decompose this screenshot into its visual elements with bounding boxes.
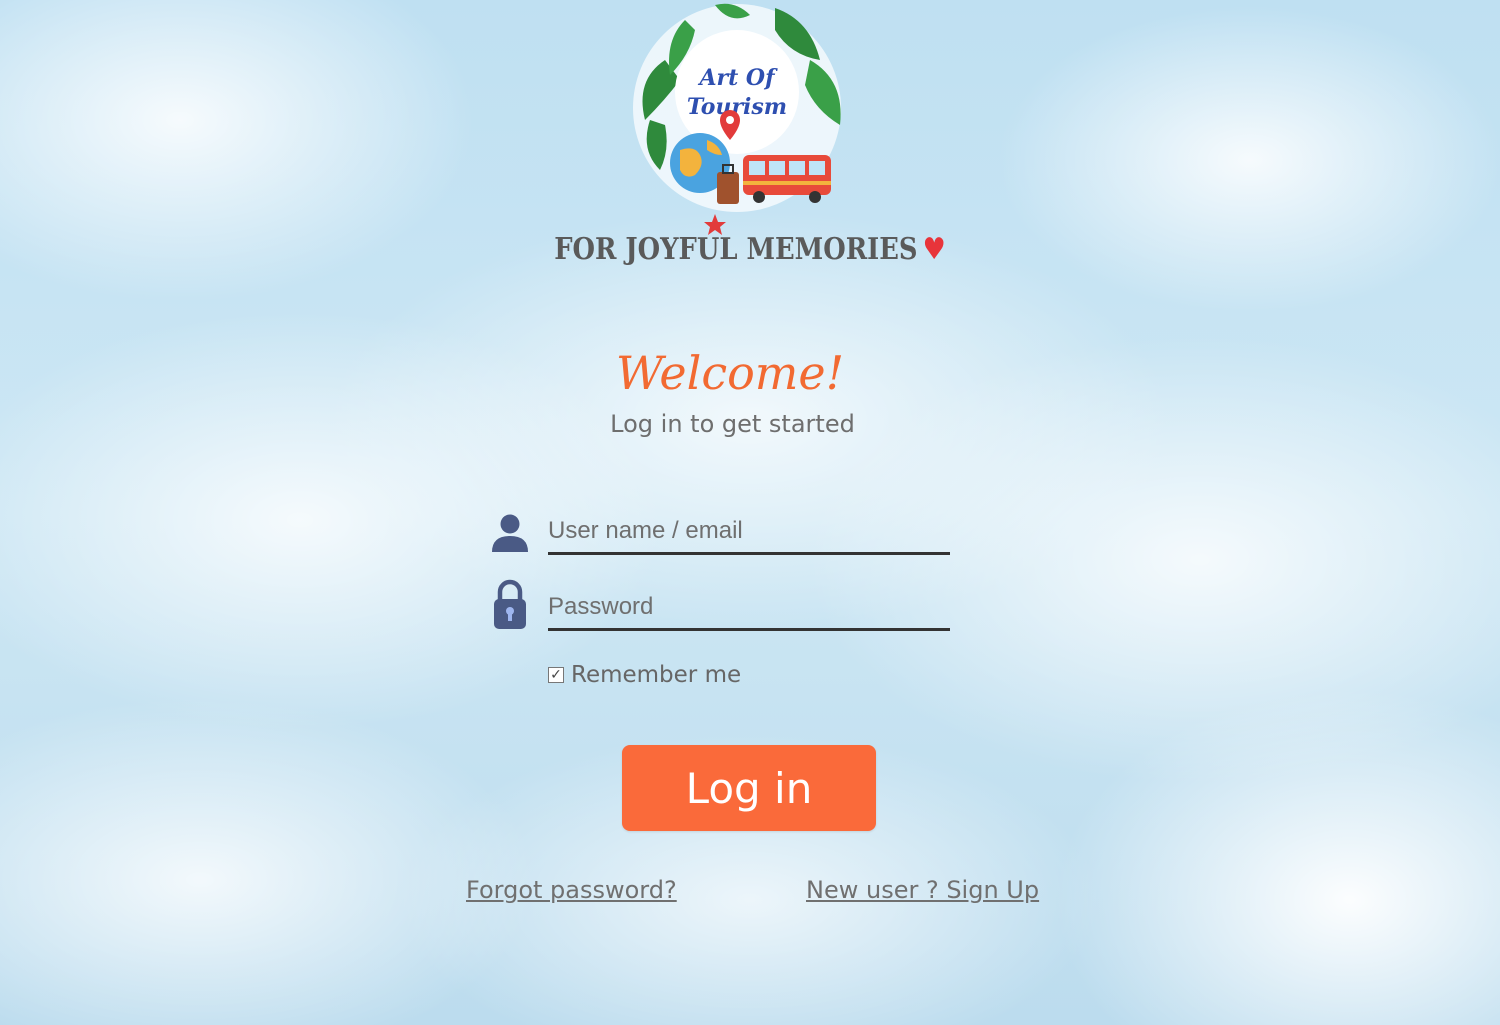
tagline: FOR JOYFUL MEMORIES ♥ — [535, 232, 965, 267]
remember-label: Remember me — [571, 662, 742, 688]
remember-checkbox[interactable]: ✓ — [548, 667, 564, 683]
logo-text-line1: Art Of — [697, 65, 778, 91]
logo-graphic: Art Of Tourism — [633, 3, 841, 235]
tagline-text: FOR JOYFUL MEMORIES — [554, 232, 918, 267]
forgot-password-link[interactable]: Forgot password? — [466, 876, 677, 904]
user-icon — [490, 512, 530, 552]
check-icon: ✓ — [550, 667, 562, 683]
lock-icon — [492, 579, 528, 631]
username-field — [548, 512, 950, 555]
heart-icon: ♥ — [922, 232, 946, 267]
remember-me[interactable]: ✓ Remember me — [548, 662, 741, 688]
brand-logo: Art Of Tourism — [625, 0, 855, 235]
login-button[interactable]: Log in — [622, 745, 876, 831]
password-input[interactable] — [548, 588, 950, 626]
signup-link[interactable]: New user ? Sign Up — [806, 876, 1039, 904]
username-input[interactable] — [548, 512, 950, 550]
welcome-heading: Welcome! — [615, 346, 845, 400]
password-field — [548, 588, 950, 631]
welcome-subtitle: Log in to get started — [610, 410, 855, 438]
